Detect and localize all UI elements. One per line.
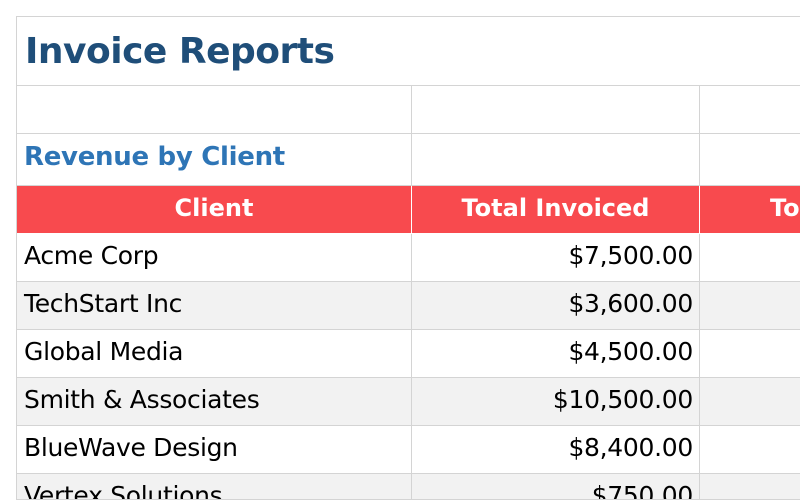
table-header-row: Client Total Invoiced To [17, 186, 800, 234]
amount-cell[interactable]: $7,500.00 [412, 234, 700, 282]
client-cell[interactable]: Vertex Solutions [17, 474, 412, 500]
empty-cell[interactable] [700, 474, 800, 500]
client-name: BlueWave Design [24, 433, 238, 462]
client-name: TechStart Inc [24, 289, 183, 318]
client-cell[interactable]: Global Media [17, 330, 412, 378]
client-cell[interactable]: Acme Corp [17, 234, 412, 282]
client-name: Vertex Solutions [24, 481, 223, 500]
empty-cell[interactable] [700, 234, 800, 282]
column-header-label: To [770, 194, 800, 222]
amount-cell[interactable]: $8,400.00 [412, 426, 700, 474]
amount-cell[interactable]: $10,500.00 [412, 378, 700, 426]
table-row: TechStart Inc $3,600.00 [17, 282, 800, 330]
client-cell[interactable]: Smith & Associates [17, 378, 412, 426]
table-row: Global Media $4,500.00 [17, 330, 800, 378]
total-invoiced-value: $10,500.00 [552, 385, 693, 414]
report-title: Invoice Reports [25, 31, 335, 72]
client-name: Global Media [24, 337, 184, 366]
empty-cell[interactable] [700, 282, 800, 330]
section-row: Revenue by Client [17, 134, 800, 186]
client-name: Smith & Associates [24, 385, 260, 414]
column-header-total-clipped[interactable]: To [700, 186, 800, 234]
client-cell[interactable]: BlueWave Design [17, 426, 412, 474]
client-name: Acme Corp [24, 241, 159, 270]
total-invoiced-value: $4,500.00 [568, 337, 693, 366]
amount-cell[interactable]: $3,600.00 [412, 282, 700, 330]
top-edge-strip [0, 0, 800, 17]
column-header-label: Total Invoiced [461, 194, 650, 222]
column-header-total-invoiced[interactable]: Total Invoiced [412, 186, 700, 234]
empty-cell[interactable] [17, 86, 412, 134]
empty-cell[interactable] [700, 86, 800, 134]
table-row: BlueWave Design $8,400.00 [17, 426, 800, 474]
empty-cell[interactable] [700, 426, 800, 474]
table-row: Smith & Associates $10,500.00 [17, 378, 800, 426]
total-invoiced-value: $750.00 [591, 481, 694, 500]
title-row: Invoice Reports [17, 17, 800, 86]
empty-cell[interactable] [412, 86, 700, 134]
section-title-cell[interactable]: Revenue by Client [17, 134, 412, 186]
empty-row [17, 86, 800, 134]
spreadsheet[interactable]: Invoice Reports Revenue by Client Client… [0, 0, 800, 500]
amount-cell[interactable]: $750.00 [412, 474, 700, 500]
amount-cell[interactable]: $4,500.00 [412, 330, 700, 378]
empty-cell[interactable] [700, 134, 800, 186]
column-header-label: Client [174, 194, 254, 222]
title-cell[interactable]: Invoice Reports [17, 17, 800, 86]
client-cell[interactable]: TechStart Inc [17, 282, 412, 330]
table-row: Vertex Solutions $750.00 [17, 474, 800, 500]
section-title: Revenue by Client [24, 142, 285, 172]
empty-cell[interactable] [700, 378, 800, 426]
table-row: Acme Corp $7,500.00 [17, 234, 800, 282]
total-invoiced-value: $7,500.00 [568, 241, 693, 270]
total-invoiced-value: $8,400.00 [568, 433, 693, 462]
empty-cell[interactable] [412, 134, 700, 186]
total-invoiced-value: $3,600.00 [568, 289, 693, 318]
empty-cell[interactable] [700, 330, 800, 378]
column-header-client[interactable]: Client [17, 186, 412, 234]
left-edge-strip [0, 16, 17, 500]
